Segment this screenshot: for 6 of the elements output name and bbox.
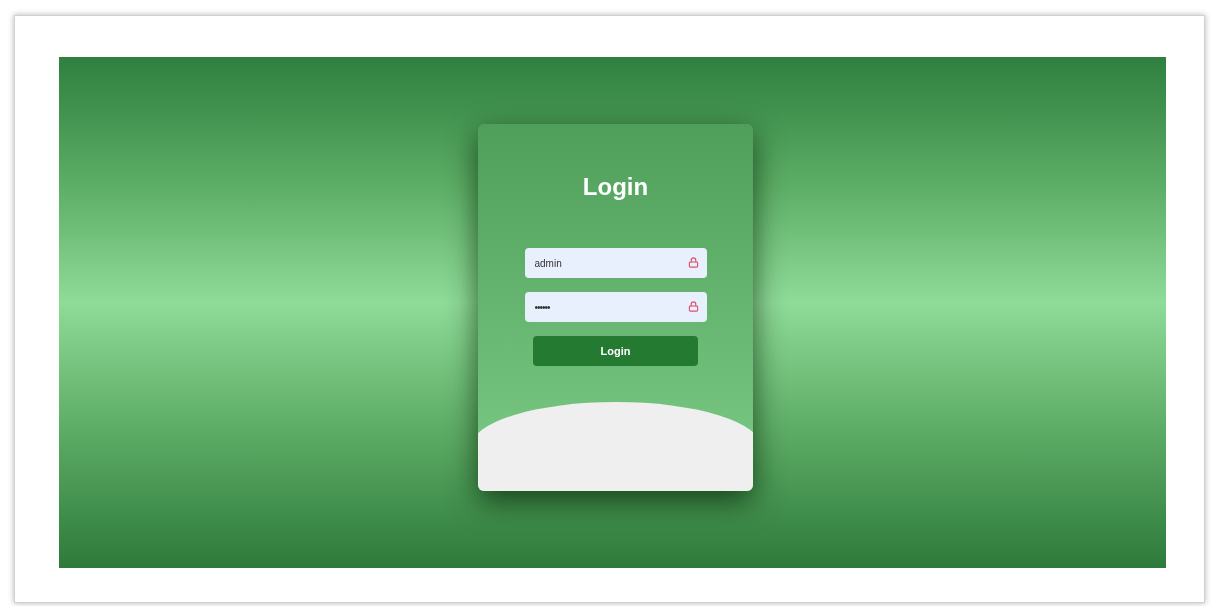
lock-icon [687, 301, 699, 312]
username-field[interactable]: admin [524, 248, 707, 278]
password-field[interactable]: •••••• [524, 292, 707, 322]
login-title: Login [582, 172, 649, 202]
login-button[interactable]: Login [533, 336, 698, 366]
lock-icon [687, 257, 699, 268]
